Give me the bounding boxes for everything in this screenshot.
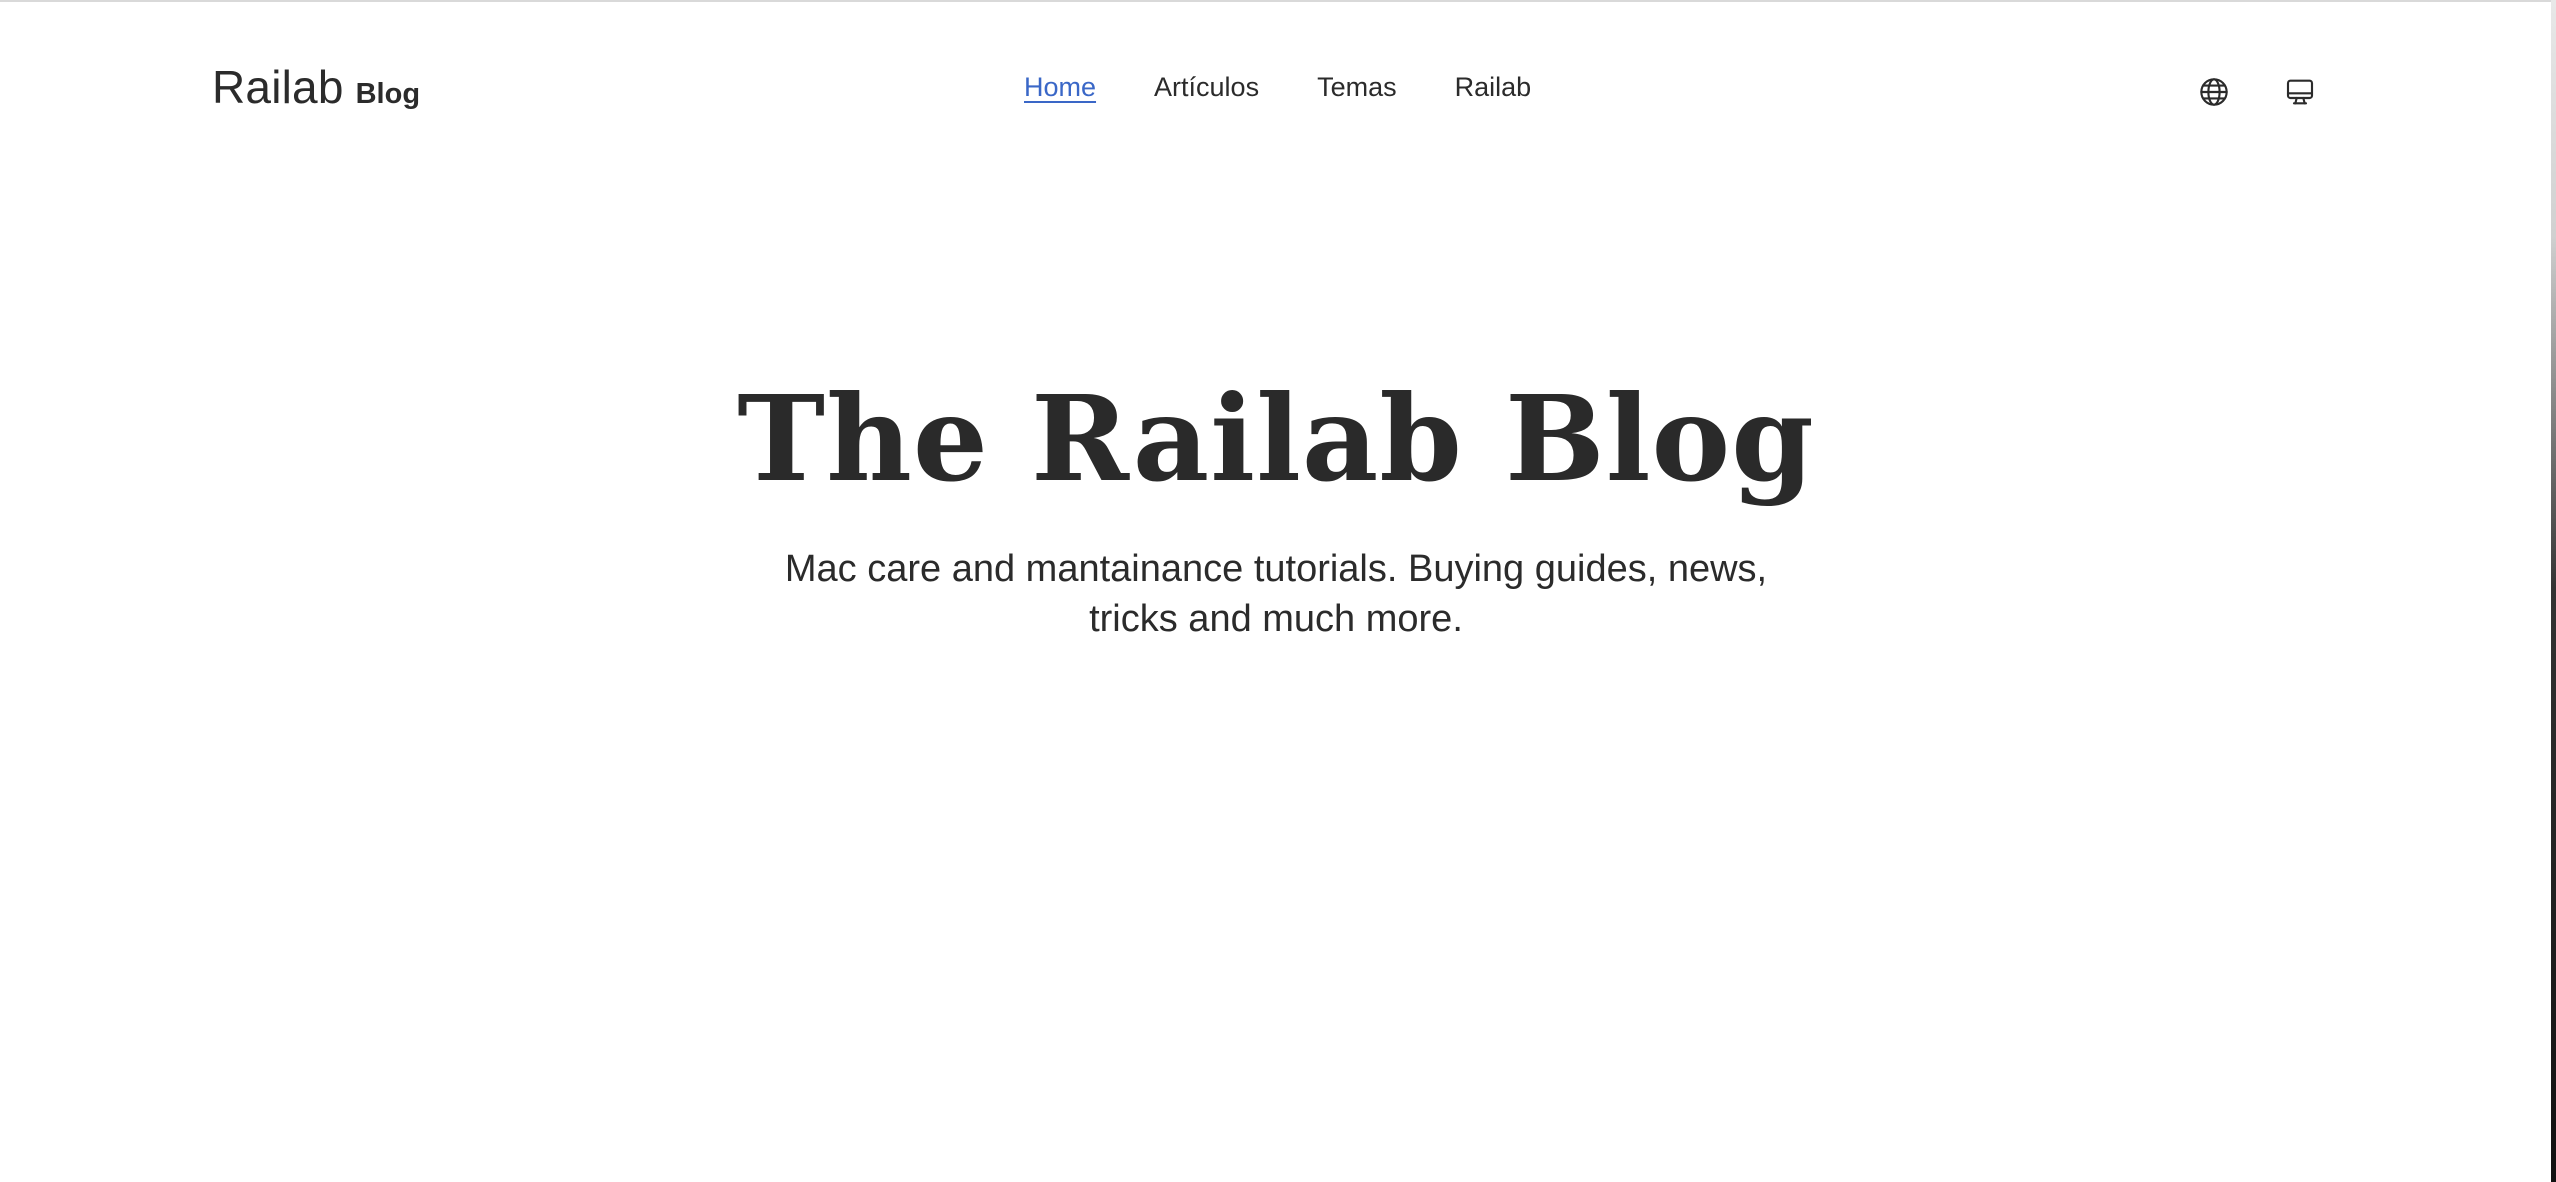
nav-item-railab[interactable]: Railab xyxy=(1455,72,1532,103)
nav-item-home[interactable]: Home xyxy=(1024,72,1096,103)
site-logo-link[interactable]: Railab Blog xyxy=(212,60,420,114)
monitor-icon xyxy=(2286,79,2314,105)
nav-item-temas[interactable]: Temas xyxy=(1317,72,1397,103)
header-actions xyxy=(2196,74,2318,110)
globe-icon xyxy=(2200,78,2228,106)
nav-item-articulos[interactable]: Artículos xyxy=(1154,72,1259,103)
page-subtitle: Mac care and mantainance tutorials. Buyi… xyxy=(784,548,1768,640)
main-nav: Home Artículos Temas Railab xyxy=(1024,72,1531,103)
theme-button[interactable] xyxy=(2282,74,2318,110)
site-header: Railab Blog Home Artículos Temas Railab xyxy=(0,0,2552,180)
brand-sub: Blog xyxy=(355,78,421,110)
page-title: The Railab Blog xyxy=(737,369,1815,508)
brand-name: Railab xyxy=(212,61,344,113)
language-button[interactable] xyxy=(2196,74,2232,110)
hero-section: The Railab Blog Mac care and mantainance… xyxy=(0,380,2552,644)
